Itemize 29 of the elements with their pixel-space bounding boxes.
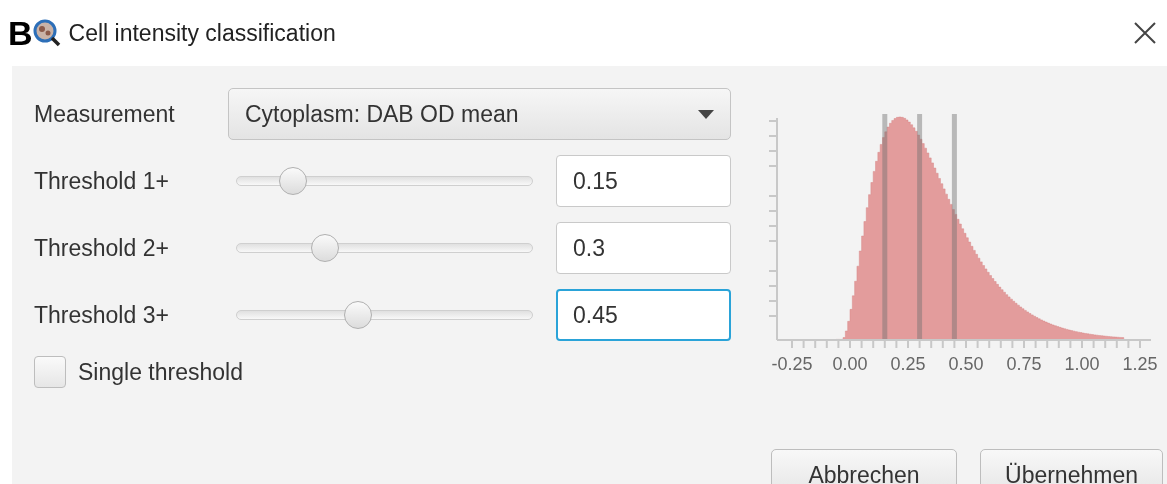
field-label: Measurement bbox=[34, 100, 176, 128]
cancel-button[interactable]: Abbrechen bbox=[771, 449, 957, 484]
axis-tick-label: 1.25 bbox=[1122, 354, 1158, 374]
slider-thumb[interactable] bbox=[311, 234, 340, 262]
window-title: Cell intensity classification bbox=[68, 19, 336, 47]
axis-tick-label: 0.25 bbox=[890, 354, 926, 374]
axis-tick-label: 1.00 bbox=[1064, 354, 1100, 374]
threshold-label: Threshold 1+ bbox=[34, 167, 170, 195]
axis-tick-label: 0.75 bbox=[1006, 354, 1042, 374]
magnifier-icon bbox=[32, 19, 61, 47]
threshold-field[interactable]: 0.3 bbox=[556, 222, 731, 274]
caret-icon bbox=[698, 109, 714, 119]
threshold-field[interactable]: 0.45 bbox=[556, 289, 731, 341]
slider[interactable] bbox=[236, 167, 533, 195]
axis-tick-label: 0.50 bbox=[948, 354, 984, 374]
slider-thumb[interactable] bbox=[343, 301, 372, 329]
slider-thumb[interactable] bbox=[279, 167, 308, 195]
slider[interactable] bbox=[236, 301, 533, 329]
axis-tick-label: 0.00 bbox=[832, 354, 868, 374]
axis-tick-label: -0.25 bbox=[771, 354, 813, 374]
apply-button[interactable]: Übernehmen bbox=[980, 449, 1163, 484]
figure-label: B bbox=[8, 16, 33, 50]
measurement-dropdown[interactable]: Cytoplasm: DAB OD mean bbox=[228, 88, 731, 140]
checkbox[interactable] bbox=[34, 356, 66, 388]
threshold-field[interactable]: 0.15 bbox=[556, 155, 731, 207]
checkbox-label: Single threshold bbox=[78, 358, 243, 386]
threshold-label: Threshold 2+ bbox=[34, 234, 170, 262]
threshold-label: Threshold 3+ bbox=[34, 301, 170, 329]
slider[interactable] bbox=[236, 234, 533, 262]
